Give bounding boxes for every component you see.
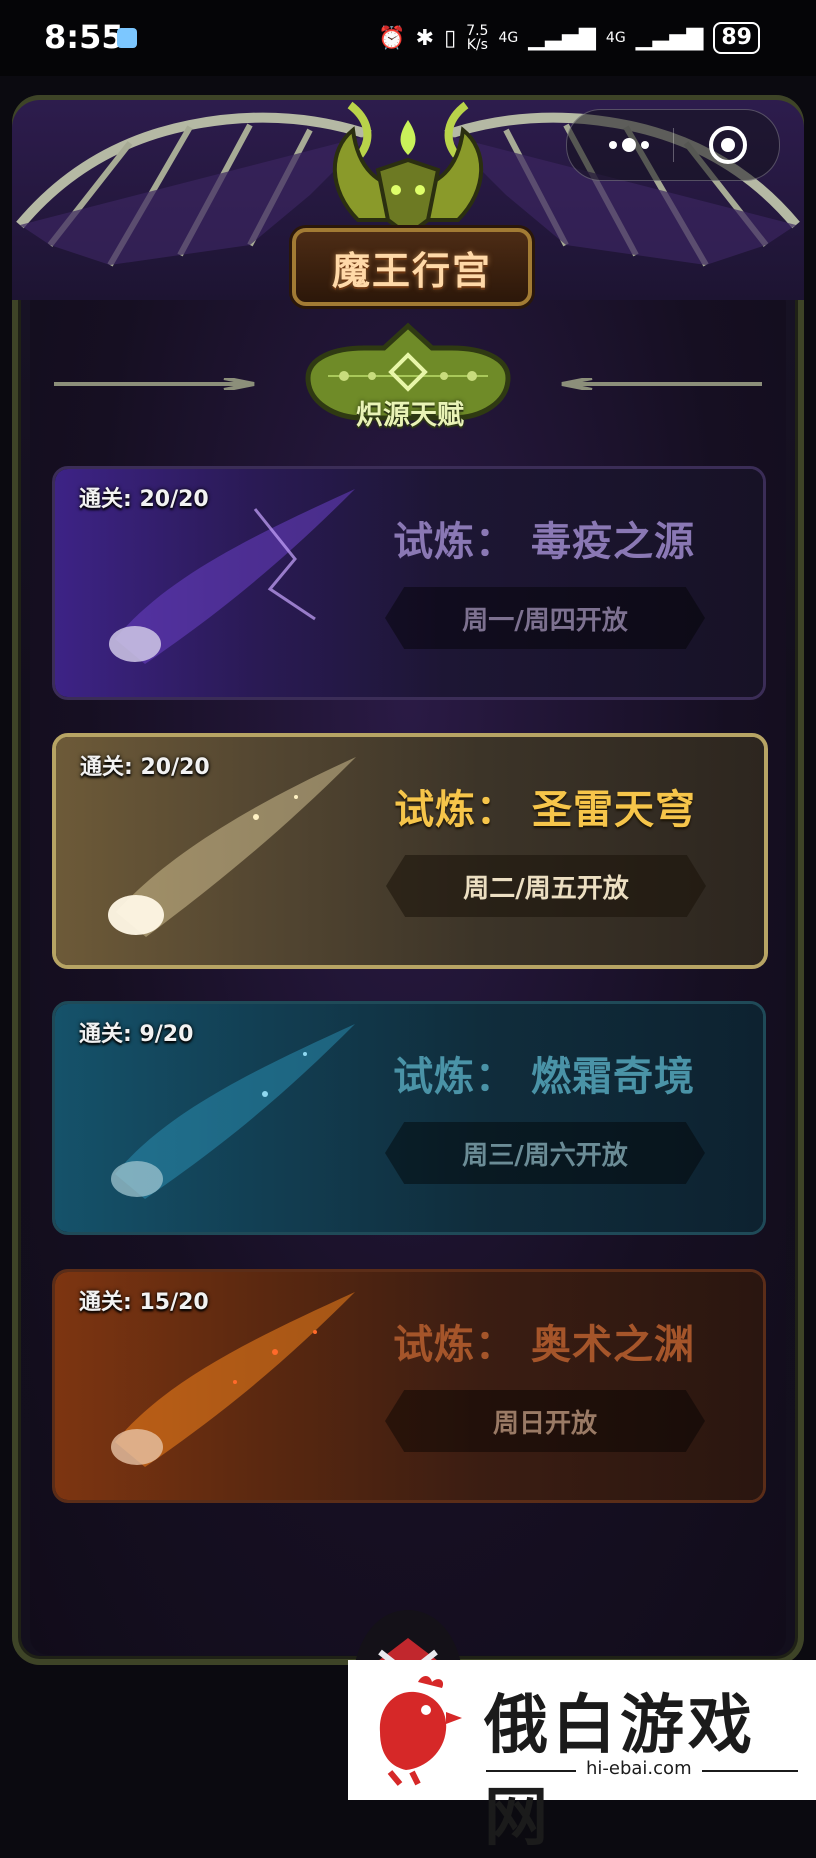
trial-name: 试炼： 圣雷天穹 [394,787,696,833]
status-icons: ⏰ ✱ ▯ 7.5 K/s 4G ▁▃▅▇ 4G ▁▃▅▇ 89 [378,22,760,54]
spear-right-icon [561,378,762,390]
tab-label-talent: 炽源天赋 [356,400,464,431]
trial-schedule: 周一/周四开放 [385,587,705,649]
trial-card[interactable]: 通关: 20/20 试炼： 毒疫之源 周一/周四开放 [52,466,766,700]
status-time: 8:55 [44,18,124,56]
clear-progress: 通关: 20/20 [80,755,210,780]
status-bar: 8:55 ⏰ ✱ ▯ 7.5 K/s 4G ▁▃▅▇ 4G ▁▃▅▇ 89 [0,0,816,76]
mini-program-close-icon[interactable] [707,124,749,166]
capsule-divider [673,128,674,162]
spear-left-icon [54,378,255,390]
rooster-logo [379,1676,462,1786]
alarm-icon: ⏰ [378,25,406,51]
trial-name: 试炼： 奥术之渊 [393,1322,695,1368]
mini-program-capsule [566,109,780,181]
trial-name: 试炼： 燃霜奇境 [393,1054,695,1100]
battery-indicator: 89 [713,22,760,54]
trial-card[interactable]: 通关: 15/20 试炼： 奥术之渊 周日开放 [52,1269,766,1503]
vibrate-icon: ▯ [444,25,457,51]
trial-schedule: 周日开放 [385,1390,705,1452]
page-title: 魔王行宫 [331,248,492,293]
bluetooth-icon: ✱ [415,25,435,51]
trial-schedule: 周三/周六开放 [385,1122,705,1184]
app-notification-icon [117,28,137,48]
watermark-url: hi-ebai.com [576,1758,702,1779]
signal-bars-icon: ▁▃▅▇ [635,25,704,51]
trial-card[interactable]: 通关: 20/20 试炼： 圣雷天穹 周二/周五开放 [52,733,768,969]
signal-1-label: 4G [498,30,519,46]
page-title-plaque: 魔王行宫 [292,228,532,306]
clear-progress: 通关: 20/20 [79,487,209,512]
signal-bars-icon: ▁▃▅▇ [528,25,596,51]
more-dots-icon[interactable] [597,130,667,160]
trial-card[interactable]: 通关: 9/20 试炼： 燃霜奇境 周三/周六开放 [52,1001,766,1235]
clear-progress: 通关: 9/20 [79,1022,194,1047]
site-watermark: 俄白游戏网 hi-ebai.com [348,1660,816,1855]
trial-schedule: 周二/周五开放 [386,855,706,917]
trial-name: 试炼： 毒疫之源 [393,519,695,565]
signal-2-label: 4G [605,30,626,46]
network-speed: 7.5 K/s [466,23,489,53]
clear-progress: 通关: 15/20 [79,1290,209,1315]
